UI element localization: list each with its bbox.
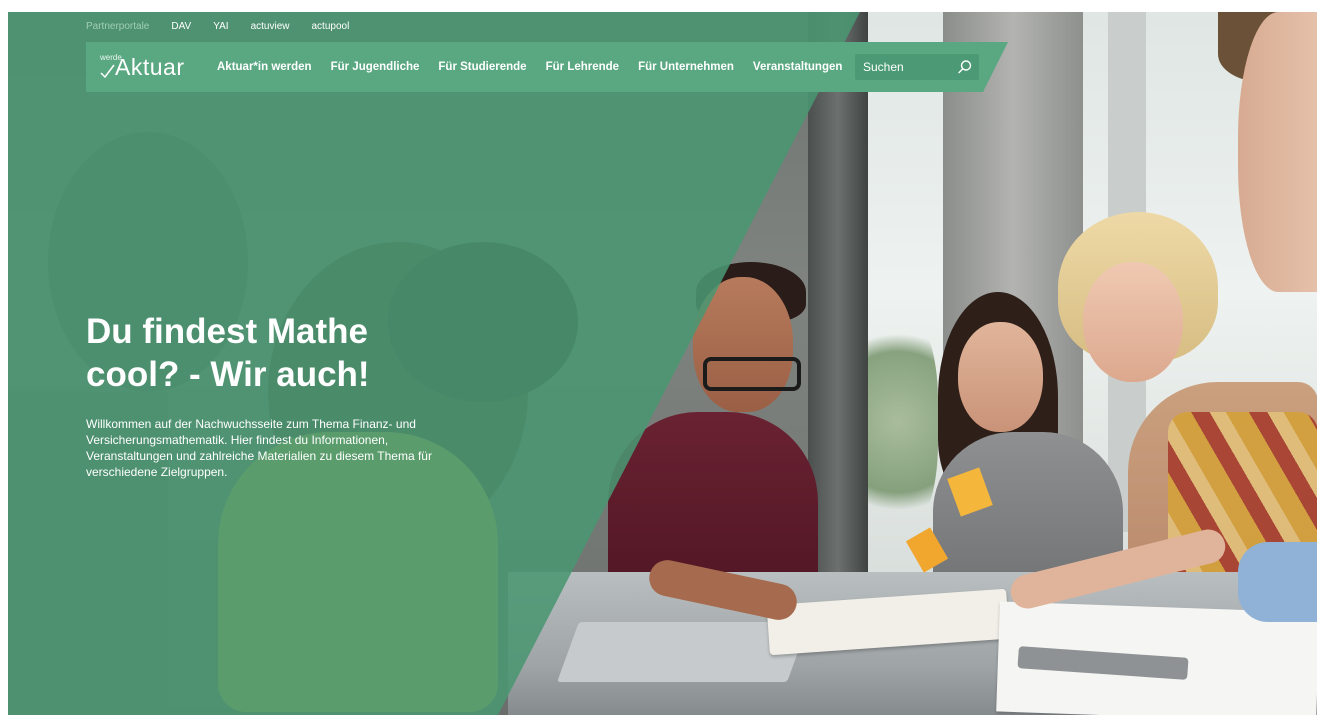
- hero-description-line: verschiedene Zielgruppen.: [86, 465, 228, 479]
- search-icon: [958, 60, 972, 74]
- hero-description: Willkommen auf der Nachwuchsseite zum Th…: [86, 416, 466, 480]
- hero-description-line: Willkommen auf der Nachwuchsseite zum Th…: [86, 417, 416, 431]
- photo-plants: [858, 312, 938, 532]
- nav-link-become-actuary[interactable]: Aktuar*in werden: [217, 61, 312, 73]
- hero-title-line: cool? - Wir auch!: [86, 355, 370, 394]
- search-input[interactable]: [855, 54, 959, 80]
- main-navigation: werde Aktuar Aktuar*in werden Für Jugend…: [86, 42, 1008, 92]
- search-box: [855, 54, 979, 80]
- photo-student-sleeve: [1238, 542, 1317, 622]
- partner-portals-label: Partnerportale: [86, 20, 150, 32]
- nav-link-for-youth[interactable]: Für Jugendliche: [331, 61, 420, 73]
- photo-student-face: [1238, 12, 1317, 292]
- hero-description-line: Versicherungsmathematik. Hier findest du…: [86, 433, 389, 447]
- site-logo[interactable]: werde Aktuar: [100, 52, 184, 82]
- logo-prefix: werde: [100, 53, 122, 62]
- nav-link-events[interactable]: Veranstaltungen: [753, 61, 842, 73]
- partner-link-actuview[interactable]: actuview: [251, 21, 290, 32]
- hero-description-line: Veranstaltungen und zahlreiche Materiali…: [86, 449, 432, 463]
- nav-link-for-students[interactable]: Für Studierende: [438, 61, 526, 73]
- logo-check-icon: [100, 64, 115, 78]
- hero-title-line: Du findest Mathe: [86, 312, 368, 351]
- partner-link-actupool[interactable]: actupool: [312, 21, 350, 32]
- partner-link-dav[interactable]: DAV: [171, 21, 191, 32]
- hero-section: Partnerportale DAV YAI actuview actupool…: [8, 12, 1317, 715]
- photo-student-face: [958, 322, 1043, 432]
- partner-link-yai[interactable]: YAI: [213, 21, 228, 32]
- nav-links: Aktuar*in werden Für Jugendliche Für Stu…: [217, 42, 861, 92]
- nav-link-for-companies[interactable]: Für Unternehmen: [638, 61, 734, 73]
- photo-student-face: [1083, 262, 1183, 382]
- nav-link-for-teachers[interactable]: Für Lehrende: [546, 61, 619, 73]
- hero-title: Du findest Mathe cool? - Wir auch!: [86, 310, 506, 396]
- partner-portals-bar: Partnerportale DAV YAI actuview actupool: [86, 12, 371, 40]
- search-button[interactable]: [957, 59, 973, 75]
- photo-student-glasses: [703, 357, 801, 391]
